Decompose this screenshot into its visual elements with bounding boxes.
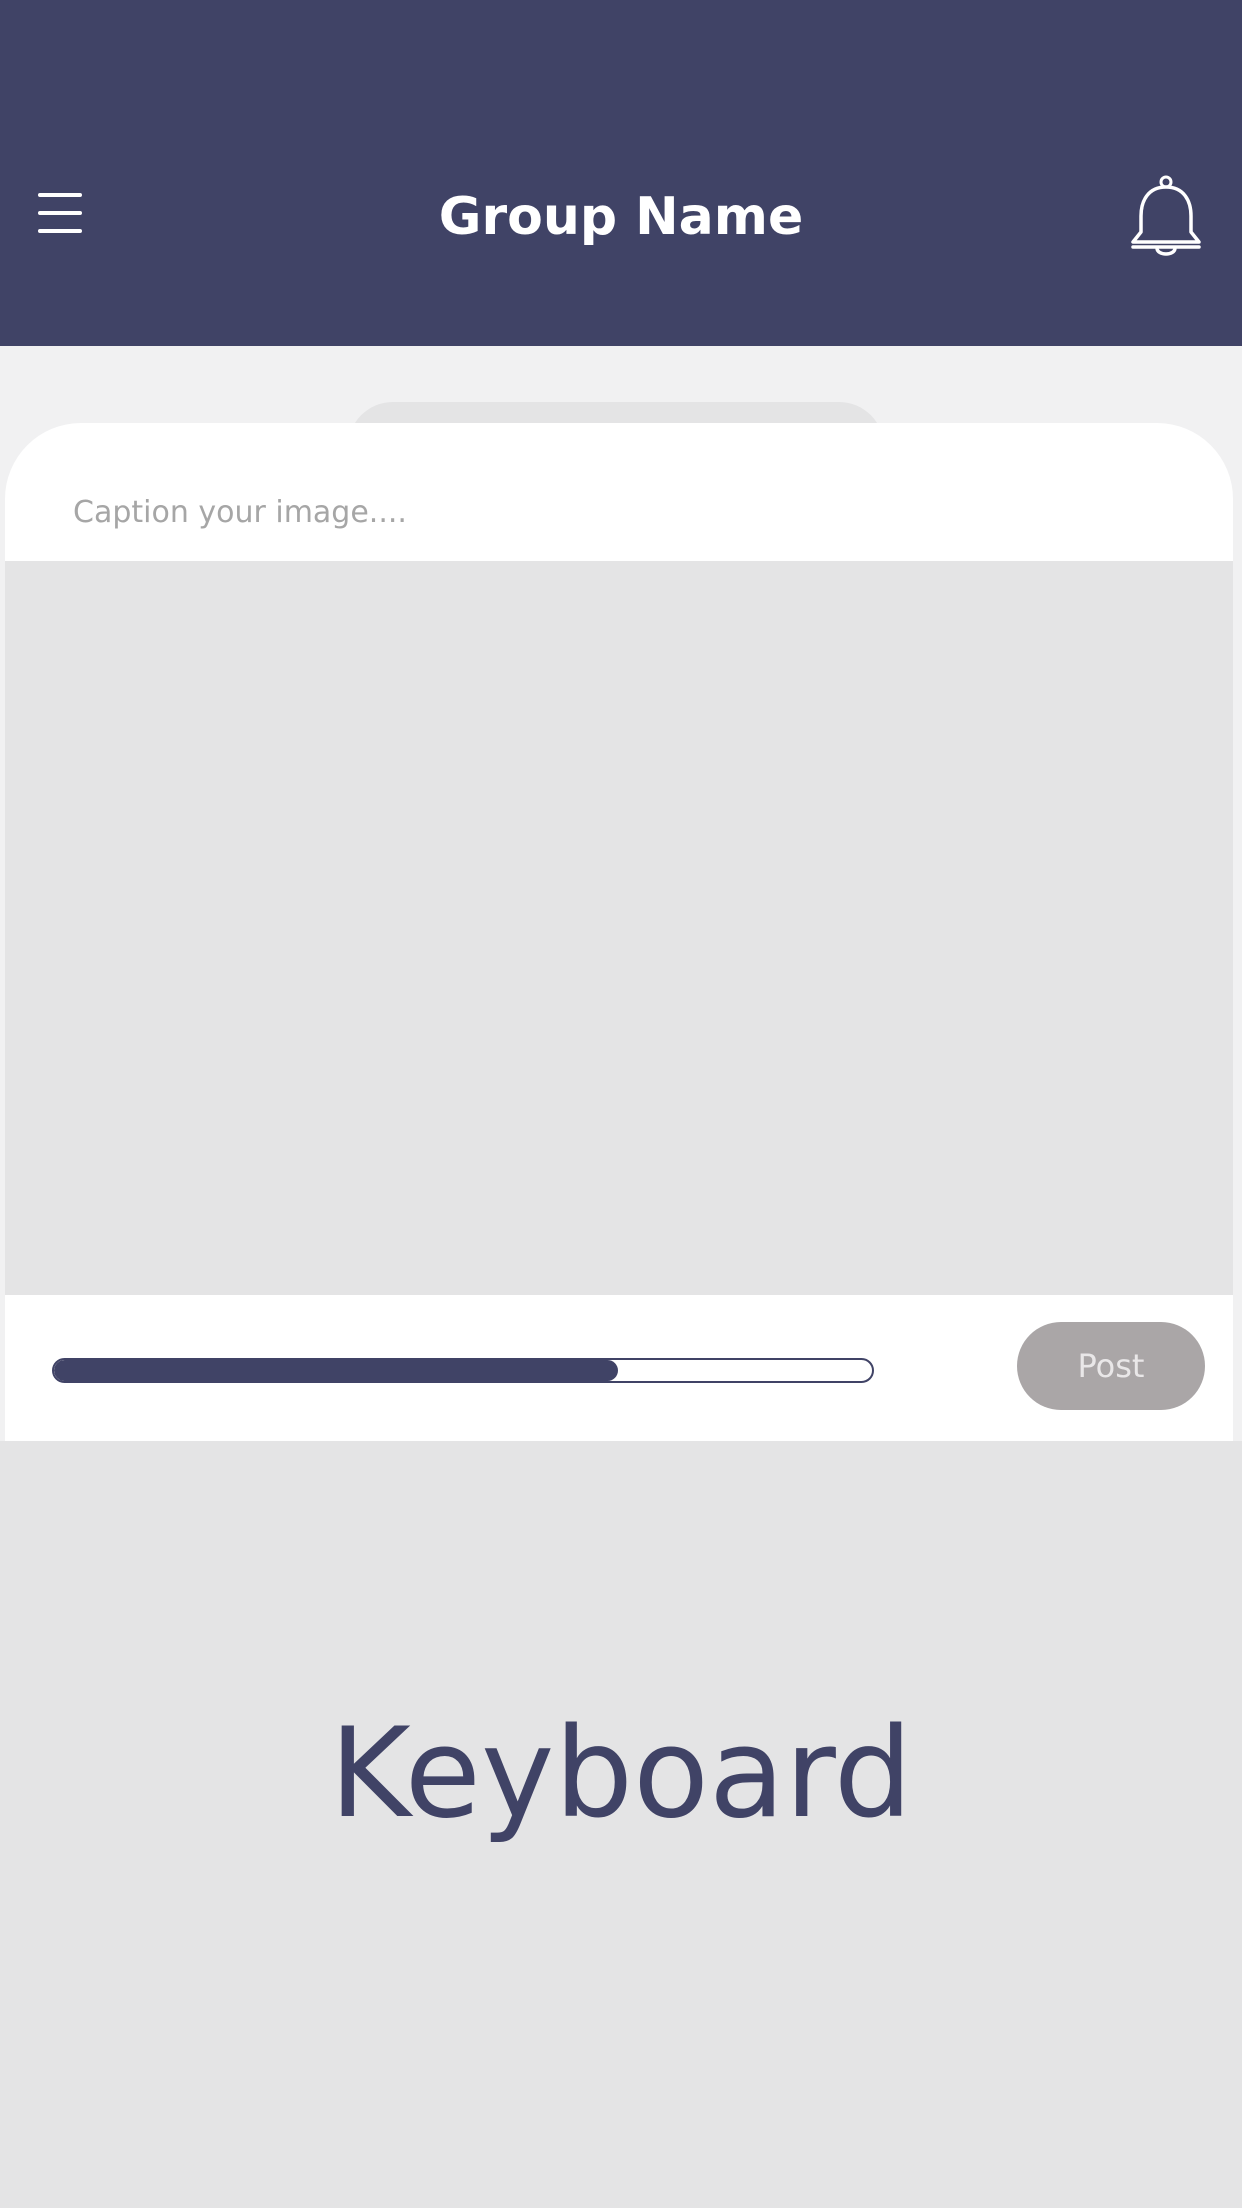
keyboard-label: Keyboard — [329, 1702, 913, 1846]
image-post-composer: Post — [5, 423, 1233, 1441]
caption-input[interactable] — [73, 477, 1153, 547]
upload-progress-fill — [54, 1360, 619, 1381]
keyboard-placeholder[interactable]: Keyboard — [0, 1441, 1242, 2208]
upload-progress-bar — [52, 1358, 874, 1383]
top-app-bar: Group Name — [0, 0, 1242, 346]
bell-icon[interactable] — [1128, 172, 1204, 260]
post-button[interactable]: Post — [1017, 1322, 1205, 1410]
image-preview-placeholder — [5, 561, 1233, 1295]
bell-icon-graphic — [1131, 175, 1201, 256]
app-screen: Group Name Post Keyboard — [0, 0, 1242, 2208]
page-title: Group Name — [438, 187, 804, 247]
